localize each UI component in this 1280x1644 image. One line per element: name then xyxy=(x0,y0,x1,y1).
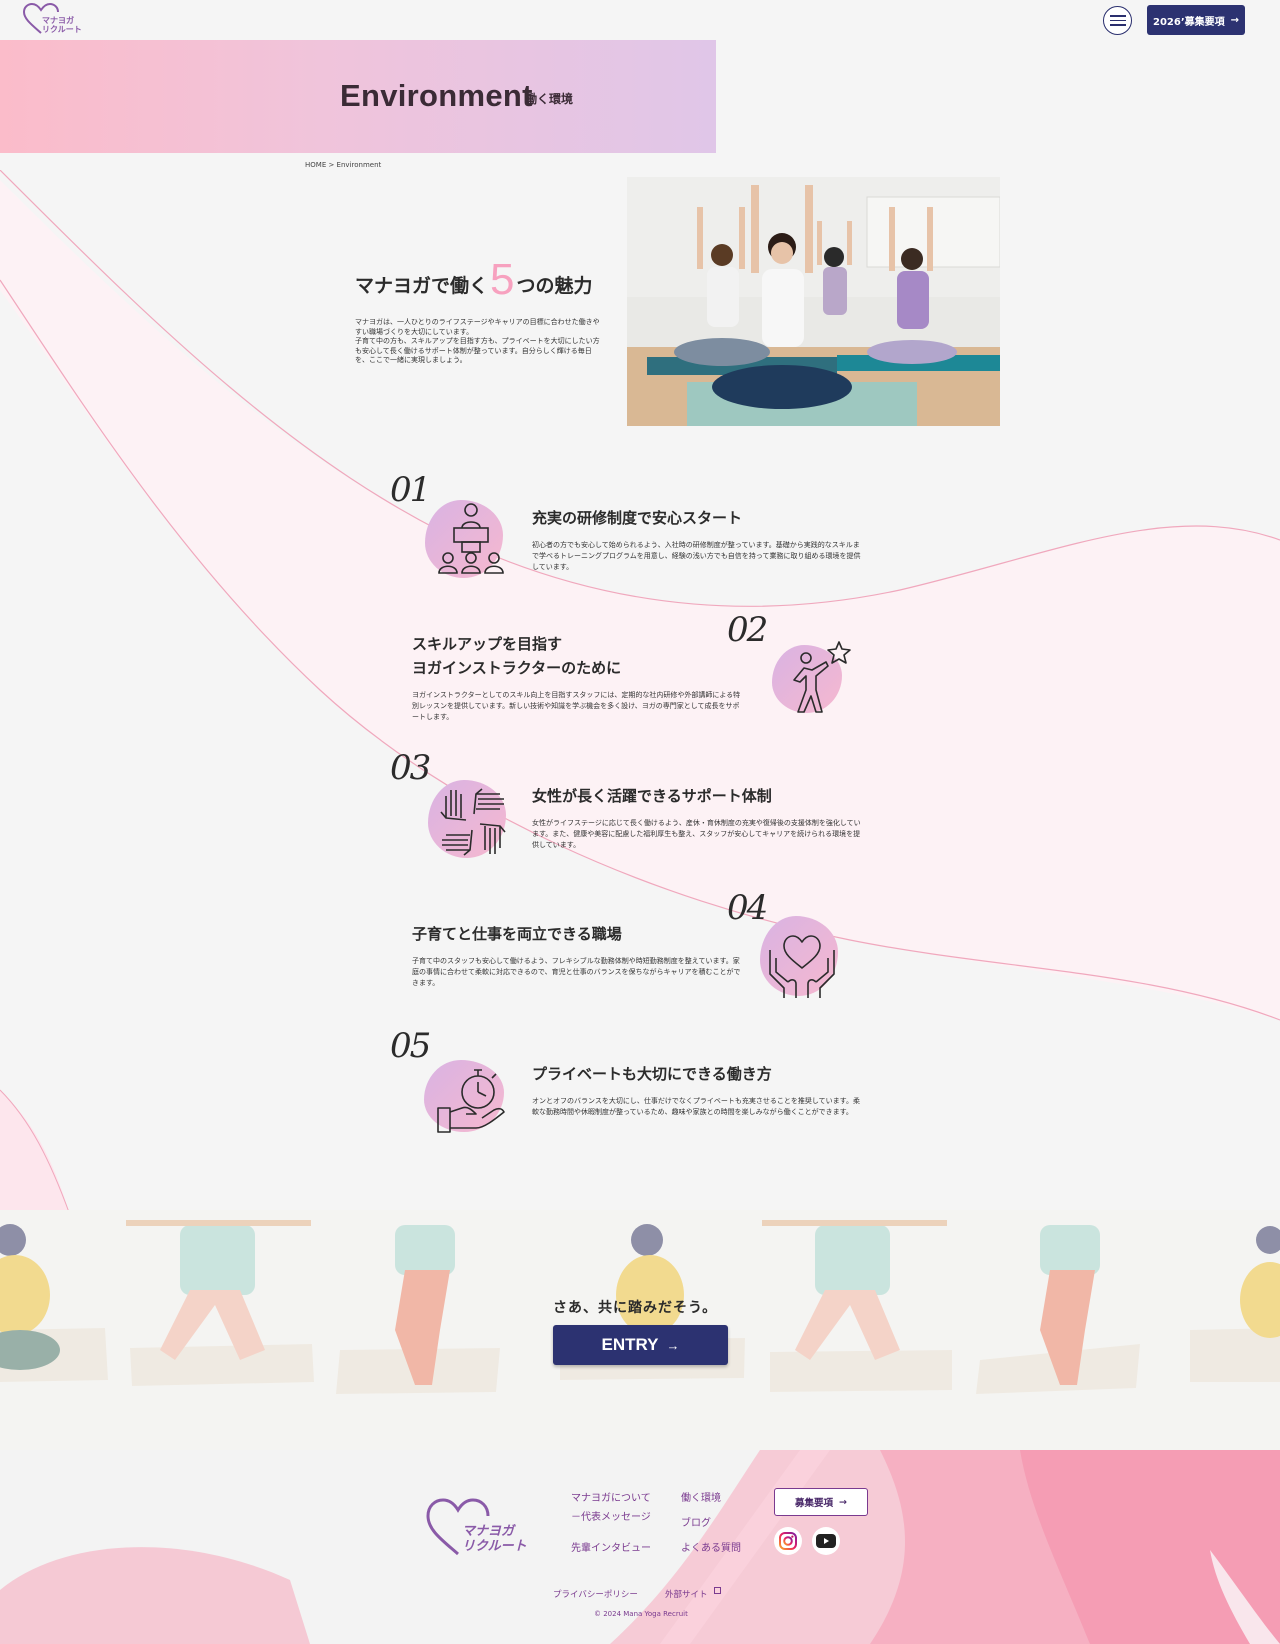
person-reaching-star-icon xyxy=(793,641,851,713)
header-recruit-button[interactable]: 2026’募集要項 → xyxy=(1147,5,1245,35)
entry-button-label: ENTRY xyxy=(601,1335,659,1354)
footer-recruit-button[interactable]: 募集要項 → xyxy=(774,1488,868,1516)
instagram-link[interactable] xyxy=(774,1527,802,1555)
yoga-class-photo xyxy=(627,177,1000,426)
feature-text-04: 子育て中のスタッフも安心して働けるよう、フレキシブルな勤務体制や時短勤務制度を整… xyxy=(412,957,741,987)
training-seminar-icon xyxy=(438,503,504,574)
copyright: © 2024 Mana Yoga Recruit xyxy=(594,1610,688,1618)
footer-privacy-link[interactable]: プライバシーポリシー xyxy=(553,1588,638,1600)
footer-external-label: 外部サイト xyxy=(665,1590,708,1600)
feature-number-02: 02 xyxy=(727,610,768,650)
external-link-icon xyxy=(714,1587,722,1594)
header-logo[interactable]: マナヨガ リクルート xyxy=(22,2,82,39)
footer-link-interview[interactable]: 先輩インタビュー xyxy=(571,1539,651,1554)
feature-text-05: オンとオフのバランスを大切にし、仕事だけでなくプライベートも充実させることを推奨… xyxy=(532,1097,860,1116)
footer-logo-text: マナヨガ リクルート xyxy=(462,1524,527,1554)
feature-title-05: プライベートも大切にできる働き方 xyxy=(532,1065,772,1083)
menu-button[interactable] xyxy=(1103,6,1132,35)
stopwatch-hand-icon xyxy=(437,1069,505,1133)
entry-button[interactable]: ENTRY → xyxy=(553,1325,728,1365)
arrow-right-icon: → xyxy=(1230,14,1240,26)
footer-external-link[interactable]: 外部サイト xyxy=(665,1587,722,1600)
feature-text-01: 初心者の方でも安心して始められるよう、入社時の研修制度が整っています。基礎から実… xyxy=(532,541,861,571)
entry-catchphrase: さあ、共に踏みだそう。 xyxy=(553,1300,718,1316)
intro-heading-after: つの魅力 xyxy=(516,275,593,297)
youtube-icon xyxy=(816,1534,836,1548)
footer-link-environment[interactable]: 働く環境 xyxy=(681,1489,721,1504)
heart-in-hands-icon xyxy=(769,935,835,998)
intro-heading-number: 5 xyxy=(490,255,515,304)
feature-number-05: 05 xyxy=(390,1026,431,1066)
arrow-right-icon: → xyxy=(839,1496,847,1508)
youtube-link[interactable] xyxy=(812,1527,840,1555)
footer-logo[interactable]: マナヨガ リクルート xyxy=(424,1496,534,1558)
feature-number-03: 03 xyxy=(390,748,431,788)
footer-link-message[interactable]: －代表メッセージ xyxy=(571,1508,651,1523)
page-subtitle: 働く環境 xyxy=(525,92,574,106)
footer-link-about[interactable]: マナヨガについて xyxy=(571,1489,651,1504)
feature-text-03: 女性がライフステージに応じて長く働けるよう、産休・育休制度の充実や復帰後の支援体… xyxy=(532,819,861,849)
feature-number-04: 04 xyxy=(727,888,768,928)
feature-text-02: ヨガインストラクターとしてのスキル向上を目指すスタッフには、定期的な社内研修や外… xyxy=(412,691,741,721)
page-hero: Environment 働く環境 xyxy=(0,40,716,153)
instagram-icon xyxy=(779,1532,797,1550)
hands-together-icon xyxy=(440,788,506,856)
intro-heading-before: マナヨガで働く xyxy=(355,275,489,297)
feature-title-02: スキルアップを目指す ヨガインストラクターのために xyxy=(412,635,622,677)
hamburger-icon xyxy=(1109,15,1126,17)
feature-title-04: 子育てと仕事を両立できる職場 xyxy=(412,925,622,943)
feature-title-03: 女性が長く活躍できるサポート体制 xyxy=(532,787,772,805)
intro-heading: マナヨガで働く 5 つの魅力 xyxy=(355,255,593,304)
arrow-right-icon: → xyxy=(666,1337,680,1353)
feature-number-01: 01 xyxy=(390,470,431,510)
footer-link-blog[interactable]: ブログ xyxy=(681,1514,711,1529)
footer-link-faq[interactable]: よくある質問 xyxy=(681,1539,741,1554)
page-title: Environment xyxy=(340,78,533,113)
header-recruit-label: 2026’募集要項 xyxy=(1152,16,1225,28)
footer-recruit-label: 募集要項 xyxy=(795,1498,834,1509)
logo-text: マナヨガ リクルート xyxy=(42,16,82,34)
intro-text: マナヨガは、一人ひとりのライフステージやキャリアの目標に合わせた働きやすい職場づ… xyxy=(355,318,600,364)
feature-title-01: 充実の研修制度で安心スタート xyxy=(532,509,743,527)
breadcrumb[interactable]: HOME > Environment xyxy=(305,161,381,169)
